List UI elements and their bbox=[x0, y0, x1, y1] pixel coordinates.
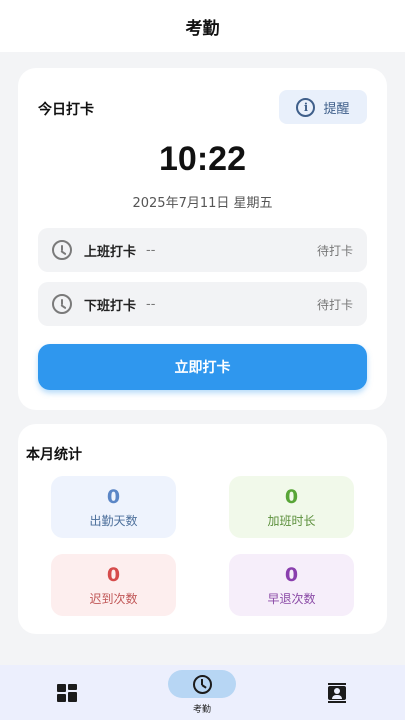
nav-active-indicator bbox=[168, 670, 236, 698]
clock-icon bbox=[52, 294, 72, 314]
app-root: 考勤 今日打卡 i 提醒 10:22 2025年7月11日 星期五 上班打卡 -… bbox=[0, 0, 405, 720]
nav-item-attendance[interactable]: 考勤 bbox=[162, 665, 242, 720]
stat-attendance-days[interactable]: 0 出勤天数 bbox=[51, 476, 176, 538]
clock-out-label: 下班打卡 bbox=[84, 298, 137, 314]
stat-late-count[interactable]: 0 迟到次数 bbox=[51, 554, 176, 616]
stat-overtime-hours[interactable]: 0 加班时长 bbox=[229, 476, 354, 538]
clock-in-row: 上班打卡 -- 待打卡 bbox=[38, 228, 367, 272]
clock-icon bbox=[192, 674, 212, 694]
stat-label: 加班时长 bbox=[267, 513, 316, 528]
today-card-title: 今日打卡 bbox=[38, 102, 94, 118]
stat-value: 0 bbox=[284, 485, 299, 508]
stat-value: 0 bbox=[106, 563, 121, 586]
monthly-stats-card: 本月统计 0 出勤天数 0 加班时长 0 迟到次数 0 早退次数 bbox=[18, 424, 387, 634]
clock-icon bbox=[52, 240, 72, 260]
stat-value: 0 bbox=[106, 485, 121, 508]
monthly-stats-title: 本月统计 bbox=[26, 447, 82, 463]
stat-early-leave-count[interactable]: 0 早退次数 bbox=[229, 554, 354, 616]
current-time: 10:22 bbox=[159, 140, 246, 178]
current-date: 2025年7月11日 星期五 bbox=[132, 196, 273, 211]
bottom-navigation: 考勤 bbox=[0, 665, 405, 720]
punch-now-button[interactable]: 立即打卡 bbox=[38, 344, 367, 390]
contacts-icon bbox=[328, 682, 346, 703]
info-icon: i bbox=[296, 97, 316, 117]
nav-item-dashboard[interactable] bbox=[27, 665, 107, 720]
clock-out-status: 待打卡 bbox=[316, 297, 353, 312]
remind-button-label: 提醒 bbox=[323, 101, 350, 117]
clock-in-status: 待打卡 bbox=[316, 243, 353, 258]
dashboard-icon bbox=[57, 683, 77, 702]
nav-item-label: 考勤 bbox=[192, 705, 211, 715]
clock-out-row: 下班打卡 -- 待打卡 bbox=[38, 282, 367, 326]
clock-in-label: 上班打卡 bbox=[84, 244, 137, 260]
stat-label: 迟到次数 bbox=[89, 591, 138, 606]
app-header: 考勤 bbox=[0, 0, 405, 52]
today-attendance-card: 今日打卡 i 提醒 10:22 2025年7月11日 星期五 上班打卡 -- 待… bbox=[18, 68, 387, 410]
stat-label: 早退次数 bbox=[267, 591, 316, 606]
remind-button[interactable]: i 提醒 bbox=[279, 90, 367, 124]
nav-item-contacts[interactable] bbox=[297, 665, 377, 720]
clock-out-time: -- bbox=[146, 296, 156, 312]
clock-in-time: -- bbox=[146, 242, 156, 258]
stat-label: 出勤天数 bbox=[89, 513, 138, 528]
page-title: 考勤 bbox=[185, 18, 220, 39]
stat-value: 0 bbox=[284, 563, 299, 586]
